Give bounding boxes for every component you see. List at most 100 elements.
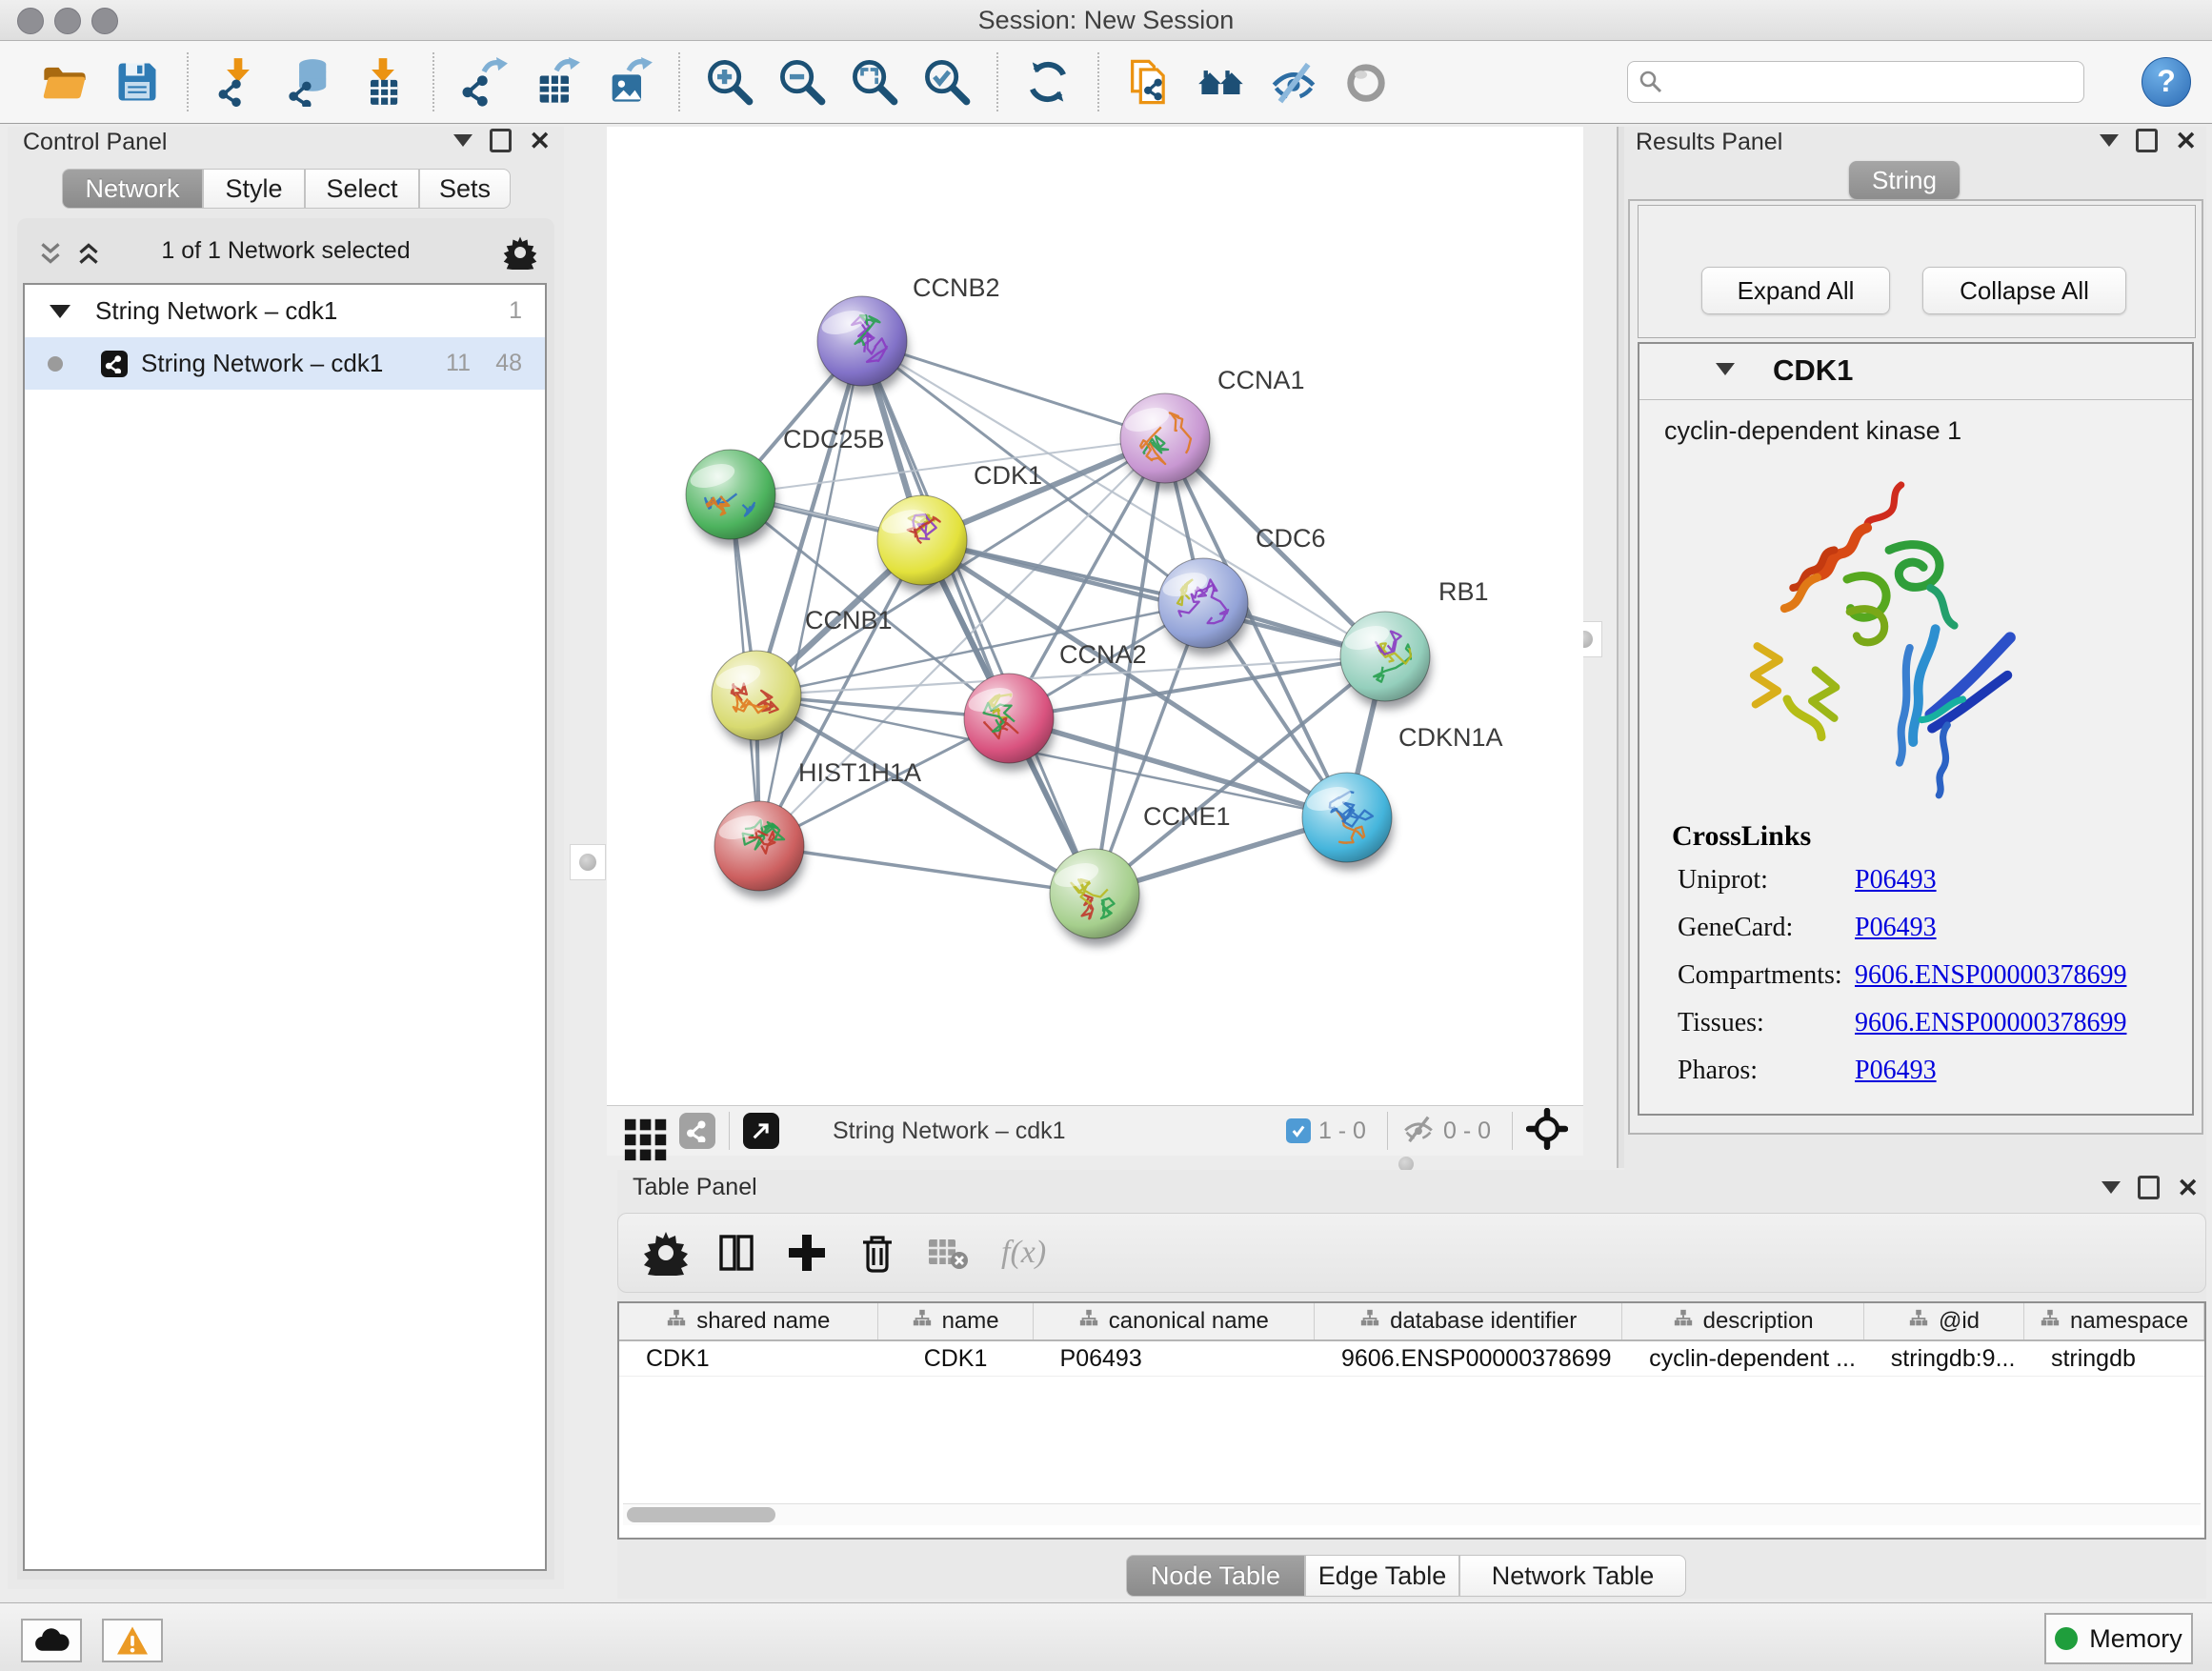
- tab-string[interactable]: String: [1849, 161, 1960, 199]
- network-tree-child-row[interactable]: String Network – cdk1 11 48: [25, 337, 545, 390]
- table-cell[interactable]: CDK1: [619, 1341, 878, 1376]
- network-edge[interactable]: [862, 341, 1385, 656]
- collapse-entry-icon[interactable]: [1716, 363, 1735, 375]
- selected-checkbox-icon[interactable]: [1286, 1118, 1311, 1143]
- column-type-icon: [2040, 1308, 2061, 1336]
- import-network-file-icon[interactable]: [213, 57, 263, 107]
- refresh-layout-icon[interactable]: [1023, 57, 1073, 107]
- panel-close-icon[interactable]: ✕: [2177, 1178, 2199, 1198]
- column-header-namespace[interactable]: namespace: [2024, 1303, 2204, 1339]
- export-table-icon[interactable]: [532, 57, 581, 107]
- import-table-icon[interactable]: [358, 57, 408, 107]
- network-view-title: String Network – cdk1: [833, 1117, 1066, 1145]
- import-network-database-icon[interactable]: [286, 57, 335, 107]
- table-cell[interactable]: cyclin-dependent ...: [1622, 1341, 1864, 1376]
- crosslink-link[interactable]: P06493: [1855, 1056, 1937, 1086]
- table-row[interactable]: CDK1CDK1P064939606.ENSP00000378699cyclin…: [619, 1341, 2204, 1377]
- column-header-shared-name[interactable]: shared name: [619, 1303, 878, 1339]
- help-button[interactable]: ?: [2142, 57, 2191, 107]
- network-tree-root-row[interactable]: String Network – cdk1 1: [25, 285, 545, 337]
- network-canvas[interactable]: CCNB2CCNA1CDC25BCDK1CDC6RB1CCNB1CCNA2CDK…: [607, 127, 1583, 1105]
- panel-float-icon[interactable]: [2136, 129, 2158, 152]
- cloud-button[interactable]: [21, 1619, 82, 1662]
- add-column-icon[interactable]: [784, 1230, 830, 1276]
- tab-style[interactable]: Style: [203, 169, 305, 209]
- tab-node-table[interactable]: Node Table: [1126, 1555, 1305, 1597]
- column-header-description[interactable]: description: [1622, 1303, 1864, 1339]
- crosslink-link[interactable]: 9606.ENSP00000378699: [1855, 960, 2126, 991]
- collapse-all-button[interactable]: Collapse All: [1922, 267, 2126, 314]
- zoom-in-icon[interactable]: [705, 57, 754, 107]
- left-splitter-handle[interactable]: [570, 844, 606, 880]
- table-options-gear-icon[interactable]: [643, 1230, 689, 1276]
- network-edge[interactable]: [922, 540, 1385, 656]
- zoom-selected-icon[interactable]: [922, 57, 972, 107]
- cdk1-entry-header[interactable]: CDK1: [1639, 344, 2192, 400]
- browser-home-icon[interactable]: [1196, 57, 1246, 107]
- zoom-out-icon[interactable]: [777, 57, 827, 107]
- crosslink-row: Pharos:P06493: [1678, 1047, 2173, 1095]
- network-edge[interactable]: [759, 846, 1095, 894]
- delete-column-icon[interactable]: [855, 1230, 900, 1276]
- tree-expand-icon[interactable]: [50, 305, 70, 318]
- panel-menu-icon[interactable]: [2100, 134, 2119, 147]
- string-results-container: Expand All Collapse All CDK1 cyclin-depe…: [1628, 199, 2203, 1135]
- panel-close-icon[interactable]: ✕: [2175, 131, 2197, 151]
- panel-float-icon[interactable]: [490, 129, 512, 152]
- column-header-canonical-name[interactable]: canonical name: [1034, 1303, 1315, 1339]
- function-builder-icon: f(x): [1001, 1235, 1046, 1271]
- table-cell[interactable]: CDK1: [878, 1341, 1034, 1376]
- memory-button[interactable]: Memory: [2044, 1613, 2193, 1664]
- network-node-HIST1H1A[interactable]: [714, 801, 804, 891]
- network-edge[interactable]: [862, 341, 1165, 438]
- open-folder-icon[interactable]: [40, 57, 90, 107]
- grid-view-icon[interactable]: [622, 1114, 656, 1148]
- network-share-icon[interactable]: [679, 1113, 715, 1149]
- column-header-@id[interactable]: @id: [1864, 1303, 2024, 1339]
- hidden-eye-icon[interactable]: [1401, 1114, 1436, 1149]
- table-cell[interactable]: 9606.ENSP00000378699: [1315, 1341, 1622, 1376]
- network-node-CCNB1[interactable]: [712, 651, 801, 740]
- panel-float-icon[interactable]: [2138, 1176, 2160, 1199]
- scrollbar-thumb[interactable]: [627, 1507, 775, 1522]
- network-node-CCNA1[interactable]: [1120, 393, 1210, 483]
- tab-network[interactable]: Network: [62, 169, 203, 209]
- crosslink-link[interactable]: 9606.ENSP00000378699: [1855, 1008, 2126, 1038]
- tab-edge-table[interactable]: Edge Table: [1305, 1555, 1459, 1597]
- network-node-CCNE1[interactable]: [1050, 849, 1139, 938]
- search-input[interactable]: [1627, 61, 2084, 103]
- panel-close-icon[interactable]: ✕: [529, 131, 551, 151]
- crosslink-link[interactable]: P06493: [1855, 865, 1937, 896]
- network-edge[interactable]: [922, 540, 1347, 817]
- hide-panel-eye-icon[interactable]: [1269, 57, 1318, 107]
- panel-menu-icon[interactable]: [2101, 1181, 2121, 1194]
- network-edge[interactable]: [862, 341, 1095, 894]
- expand-all-button[interactable]: Expand All: [1701, 267, 1890, 314]
- export-network-icon[interactable]: [459, 57, 509, 107]
- string-import-icon[interactable]: [1124, 57, 1174, 107]
- open-external-icon[interactable]: [743, 1113, 779, 1149]
- panel-menu-icon[interactable]: [453, 134, 473, 147]
- window-title: Session: New Session: [0, 6, 2212, 35]
- table-cell[interactable]: stringdb:9...: [1864, 1341, 2024, 1376]
- network-node-CDK1[interactable]: [877, 495, 967, 585]
- network-options-gear-icon[interactable]: [503, 235, 537, 270]
- network-node-CDC25B[interactable]: [686, 450, 775, 539]
- table-cell[interactable]: P06493: [1034, 1341, 1315, 1376]
- tab-select[interactable]: Select: [305, 169, 419, 209]
- save-session-icon[interactable]: [112, 57, 162, 107]
- tab-network-table[interactable]: Network Table: [1459, 1555, 1686, 1597]
- network-node-CCNA2[interactable]: [964, 674, 1054, 763]
- birdseye-crosshair-icon[interactable]: [1526, 1108, 1568, 1155]
- zoom-fit-icon[interactable]: [850, 57, 899, 107]
- column-header-name[interactable]: name: [878, 1303, 1034, 1339]
- table-h-scrollbar[interactable]: [623, 1503, 2201, 1525]
- warning-button[interactable]: [102, 1619, 163, 1662]
- network-node-CDC6[interactable]: [1158, 558, 1248, 648]
- export-image-icon[interactable]: [604, 57, 654, 107]
- show-columns-icon[interactable]: [714, 1230, 759, 1276]
- crosslink-link[interactable]: P06493: [1855, 913, 1937, 943]
- table-cell[interactable]: stringdb: [2024, 1341, 2204, 1376]
- tab-sets[interactable]: Sets: [419, 169, 511, 209]
- column-header-database-identifier[interactable]: database identifier: [1315, 1303, 1622, 1339]
